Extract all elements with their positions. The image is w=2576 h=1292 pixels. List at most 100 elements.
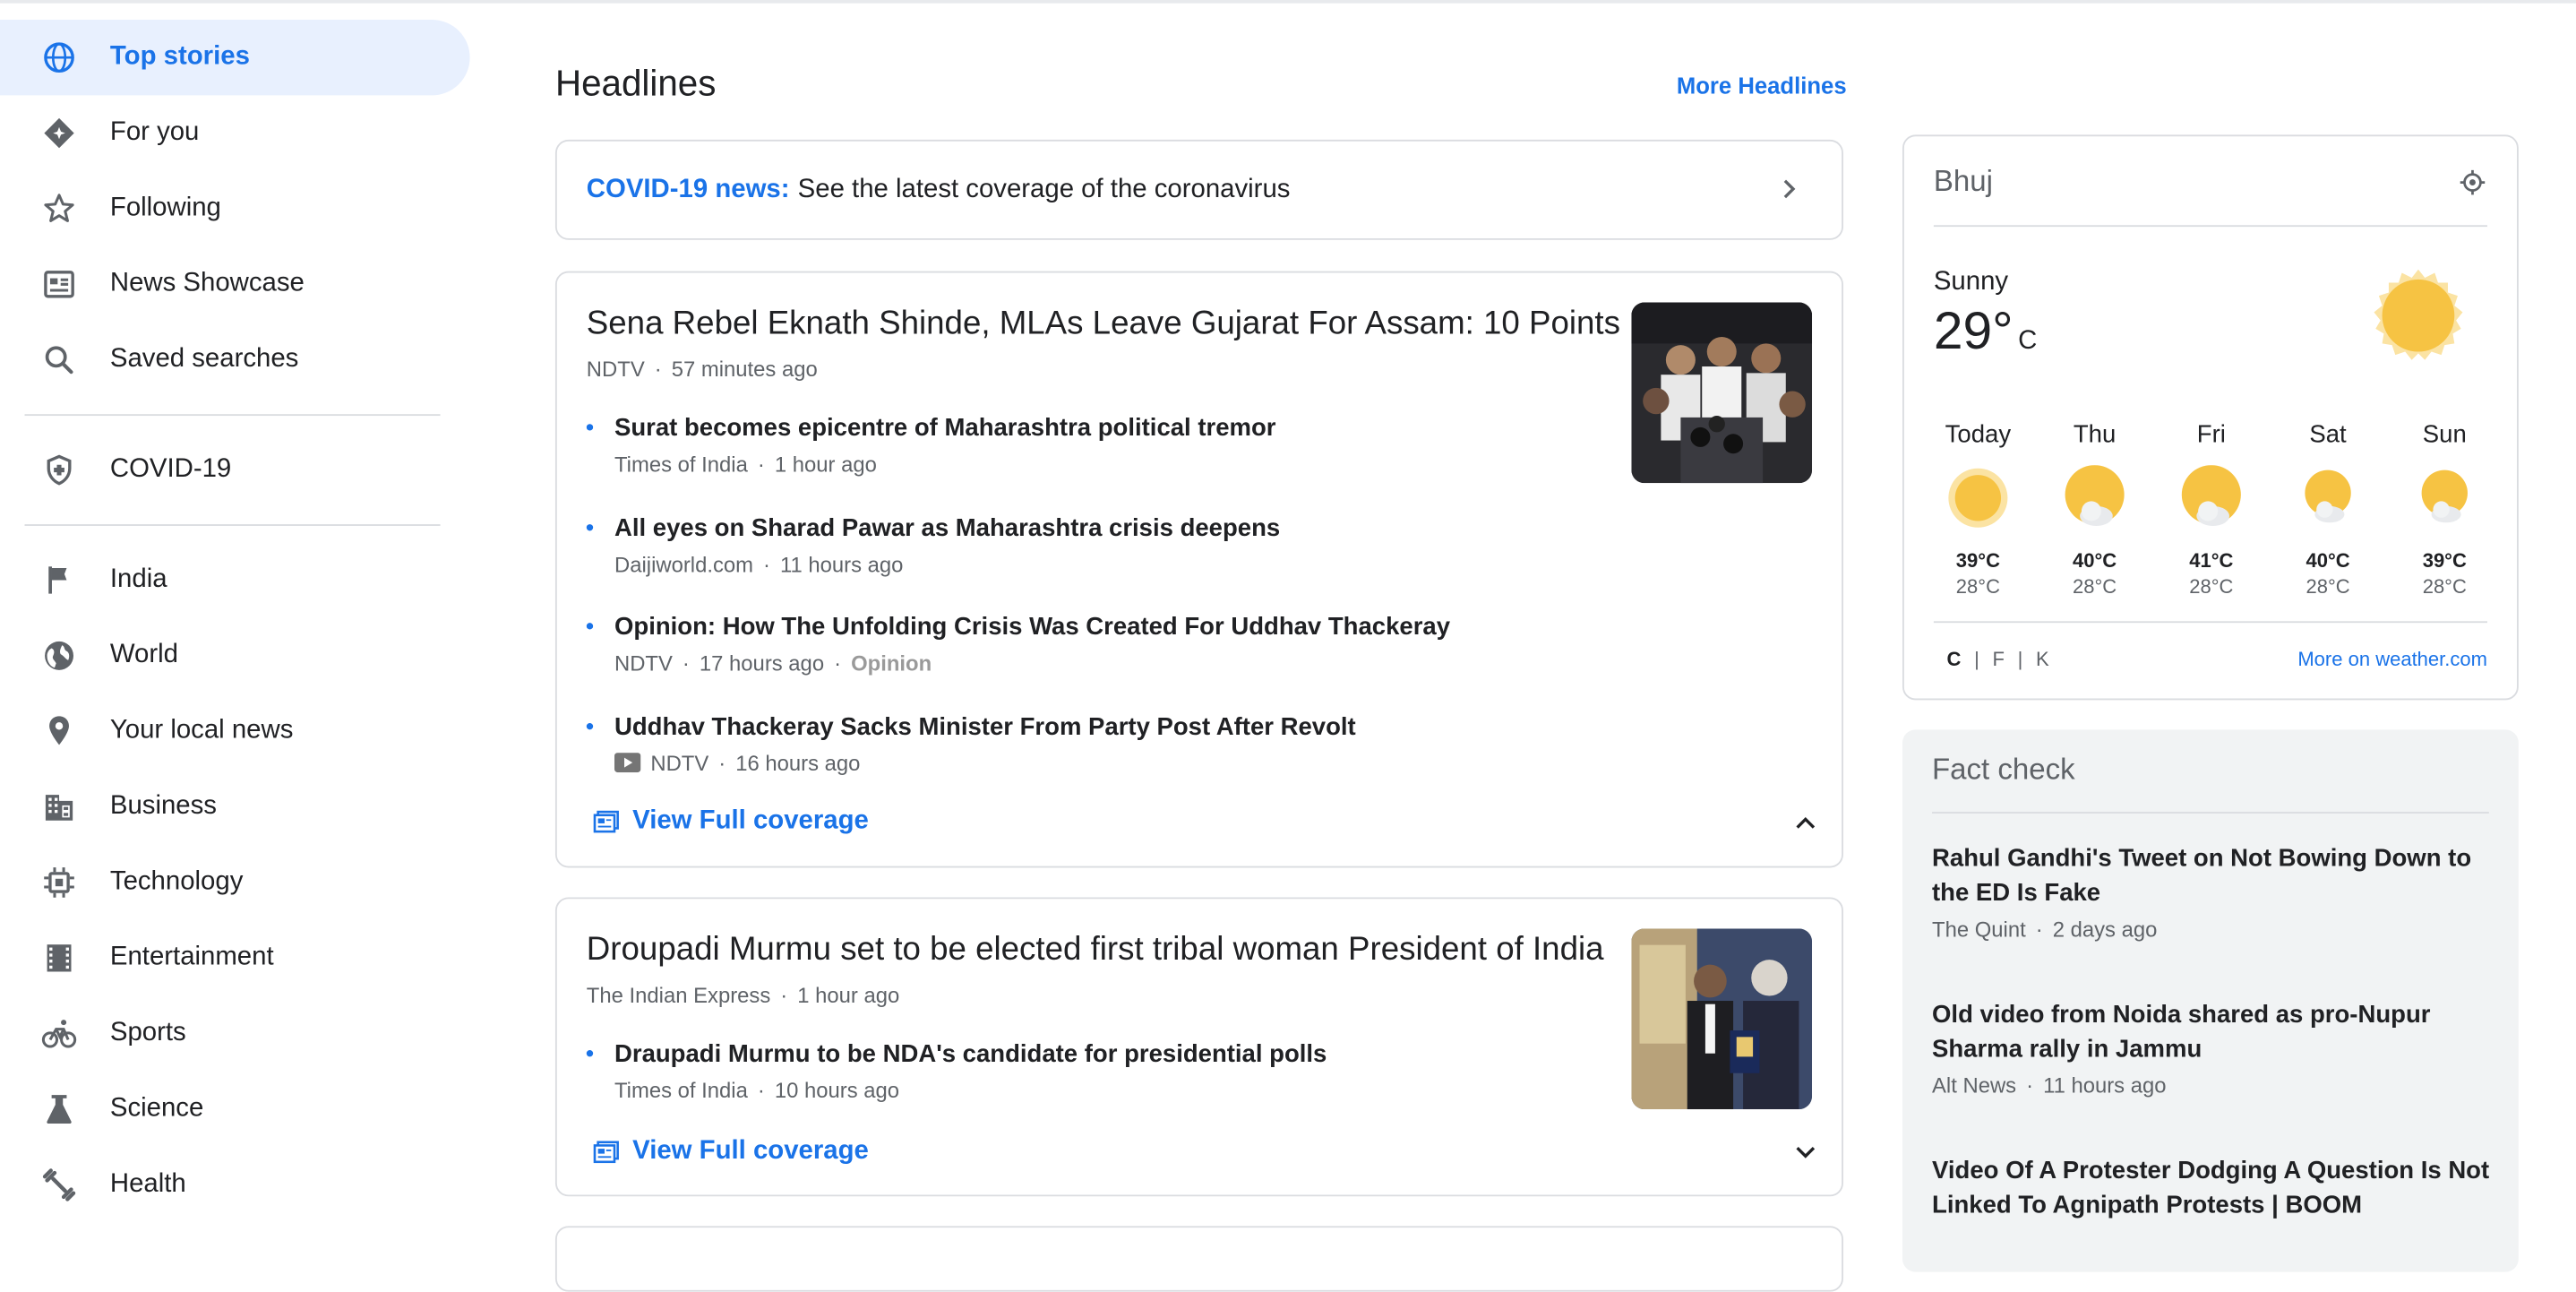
- sidebar-item-world[interactable]: World: [0, 618, 477, 693]
- related-article-title[interactable]: Draupadi Murmu to be NDA's candidate for…: [614, 1040, 1327, 1068]
- story-source[interactable]: The Indian Express: [587, 983, 770, 1008]
- sidebar-item-top-stories[interactable]: Top stories: [0, 20, 470, 96]
- sidebar-item-covid-19[interactable]: COVID-19: [0, 432, 477, 507]
- divider: [1933, 621, 2487, 624]
- video-icon: [614, 753, 641, 773]
- sidebar-item-label: Business: [109, 792, 217, 821]
- forecast-day-name: Today: [1945, 420, 2012, 449]
- sidebar-item-saved-searches[interactable]: Saved searches: [0, 323, 477, 398]
- story-source[interactable]: NDTV: [587, 357, 645, 382]
- sidebar-item-label: Entertainment: [109, 943, 274, 972]
- view-full-coverage-link[interactable]: View Full coverage: [593, 807, 869, 837]
- unit-kelvin[interactable]: K: [2036, 648, 2049, 671]
- related-article-source[interactable]: Times of India: [614, 1078, 748, 1103]
- related-article-time: 17 hours ago: [699, 650, 825, 676]
- chevron-down-icon[interactable]: [1789, 1135, 1822, 1168]
- divider: [1933, 225, 2487, 228]
- forecast-day: Today 39°C 28°C: [1928, 421, 2027, 599]
- bullet: [586, 723, 594, 730]
- sidebar-item-label: Technology: [109, 867, 244, 896]
- related-article-source[interactable]: NDTV: [650, 751, 708, 776]
- story-meta: The Indian Express · 1 hour ago: [586, 982, 900, 1008]
- forecast-day-name: Sun: [2422, 420, 2467, 449]
- unit-fahrenheit[interactable]: F: [1993, 648, 2005, 671]
- forecast-high: 40°C: [2306, 548, 2350, 573]
- related-article-title[interactable]: Surat becomes epicentre of Maharashtra p…: [614, 414, 1275, 442]
- fact-check-item-title[interactable]: Old video from Noida shared as pro-Nupur…: [1932, 997, 2491, 1066]
- unit-switcher: C | F | K: [1946, 647, 2049, 671]
- related-article-source[interactable]: Times of India: [614, 452, 748, 477]
- sidebar-item-business[interactable]: Business: [0, 769, 477, 844]
- fact-check-item-title[interactable]: Video Of A Protester Dodging A Question …: [1932, 1154, 2491, 1223]
- related-article-title[interactable]: Uddhav Thackeray Sacks Minister From Par…: [614, 713, 1356, 741]
- story-thumbnail[interactable]: [1631, 302, 1813, 484]
- sidebar-item-label: Health: [109, 1169, 186, 1199]
- related-article-meta: NDTV · 16 hours ago: [614, 751, 860, 776]
- chevron-up-icon[interactable]: [1789, 807, 1822, 840]
- forecast-day-name: Fri: [2196, 420, 2226, 449]
- shield-cross-icon: [39, 451, 79, 490]
- unit-celsius[interactable]: C: [1947, 648, 1962, 671]
- sidebar-item-india[interactable]: India: [0, 542, 477, 617]
- story-title[interactable]: Droupadi Murmu set to be elected first t…: [587, 932, 1604, 969]
- diamond-star-icon: [39, 114, 79, 153]
- fact-check-title: Fact check: [1932, 753, 2075, 786]
- sidebar-item-entertainment[interactable]: Entertainment: [0, 920, 477, 995]
- sidebar-item-local-news[interactable]: Your local news: [0, 693, 477, 769]
- fact-check-panel: Fact check Rahul Gandhi's Tweet on Not B…: [1902, 729, 2519, 1272]
- fact-check-time: 11 hours ago: [2043, 1072, 2167, 1098]
- related-article-meta: NDTV · 17 hours ago · Opinion: [614, 650, 932, 676]
- forecast-low: 28°C: [2306, 574, 2350, 599]
- related-article-time: 1 hour ago: [774, 452, 877, 477]
- sidebar-item-health[interactable]: Health: [0, 1147, 477, 1222]
- forecast-high: 39°C: [2422, 548, 2467, 573]
- divider: [1932, 812, 2489, 814]
- partly-cloudy-icon: [2421, 469, 2468, 523]
- covid-banner[interactable]: COVID-19 news: See the latest coverage o…: [554, 139, 1843, 240]
- sidebar: Top stories For you Following News Showc…: [0, 20, 477, 1223]
- star-icon: [39, 189, 79, 228]
- sidebar-item-following[interactable]: Following: [0, 171, 477, 246]
- fact-check-item-meta: Alt News · 11 hours ago: [1932, 1072, 2167, 1098]
- forecast-low: 28°C: [2422, 574, 2467, 599]
- globe-icon: [39, 38, 79, 77]
- sidebar-item-news-showcase[interactable]: News Showcase: [0, 246, 477, 322]
- related-article-source[interactable]: Daijiworld.com: [614, 552, 753, 577]
- my-location-icon[interactable]: [2458, 168, 2487, 197]
- fact-check-source[interactable]: The Quint: [1932, 917, 2026, 942]
- location-pin-icon: [39, 711, 79, 751]
- related-article-title[interactable]: Opinion: How The Unfolding Crisis Was Cr…: [614, 613, 1450, 641]
- sidebar-item-for-you[interactable]: For you: [0, 95, 477, 170]
- more-weather-link[interactable]: More on weather.com: [2297, 648, 2487, 671]
- film-icon: [39, 938, 79, 978]
- view-full-coverage-label: View Full coverage: [632, 806, 869, 835]
- sidebar-item-label: Your local news: [109, 716, 294, 745]
- sidebar-divider: [24, 524, 441, 526]
- weather-condition: Sunny: [1933, 267, 2009, 297]
- related-article-title[interactable]: All eyes on Sharad Pawar as Maharashtra …: [614, 514, 1280, 542]
- sidebar-item-technology[interactable]: Technology: [0, 845, 477, 920]
- related-article-source[interactable]: NDTV: [614, 650, 673, 676]
- full-coverage-icon: [593, 810, 619, 833]
- story-thumbnail[interactable]: [1631, 928, 1813, 1110]
- covid-banner-text: See the latest coverage of the coronavir…: [797, 175, 1291, 203]
- sidebar-item-science[interactable]: Science: [0, 1072, 477, 1147]
- sidebar-item-label: For you: [109, 118, 200, 147]
- sunny-icon: [1948, 468, 2008, 528]
- chevron-right-icon: [1783, 179, 1796, 199]
- more-headlines-link[interactable]: More Headlines: [1677, 73, 1847, 99]
- view-full-coverage-link[interactable]: View Full coverage: [593, 1137, 869, 1167]
- flask-icon: [39, 1090, 79, 1129]
- covid-banner-lead: COVID-19 news:: [586, 175, 790, 203]
- sidebar-item-sports[interactable]: Sports: [0, 996, 477, 1072]
- sidebar-item-label: Sports: [109, 1019, 186, 1047]
- weather-temp-value: 29°: [1933, 300, 2014, 360]
- sidebar-item-label: Saved searches: [109, 345, 299, 374]
- weather-widget: Bhuj Sunny 29° C Today 39°C 28°C Thu 40°C…: [1902, 134, 2519, 701]
- fact-check-item-title[interactable]: Rahul Gandhi's Tweet on Not Bowing Down …: [1932, 841, 2491, 910]
- fact-check-source[interactable]: Alt News: [1932, 1073, 2016, 1098]
- story-title[interactable]: Sena Rebel Eknath Shinde, MLAs Leave Guj…: [587, 306, 1620, 343]
- story-meta: NDTV · 57 minutes ago: [586, 357, 818, 382]
- sidebar-divider: [24, 414, 441, 417]
- related-article-time: 10 hours ago: [774, 1078, 900, 1103]
